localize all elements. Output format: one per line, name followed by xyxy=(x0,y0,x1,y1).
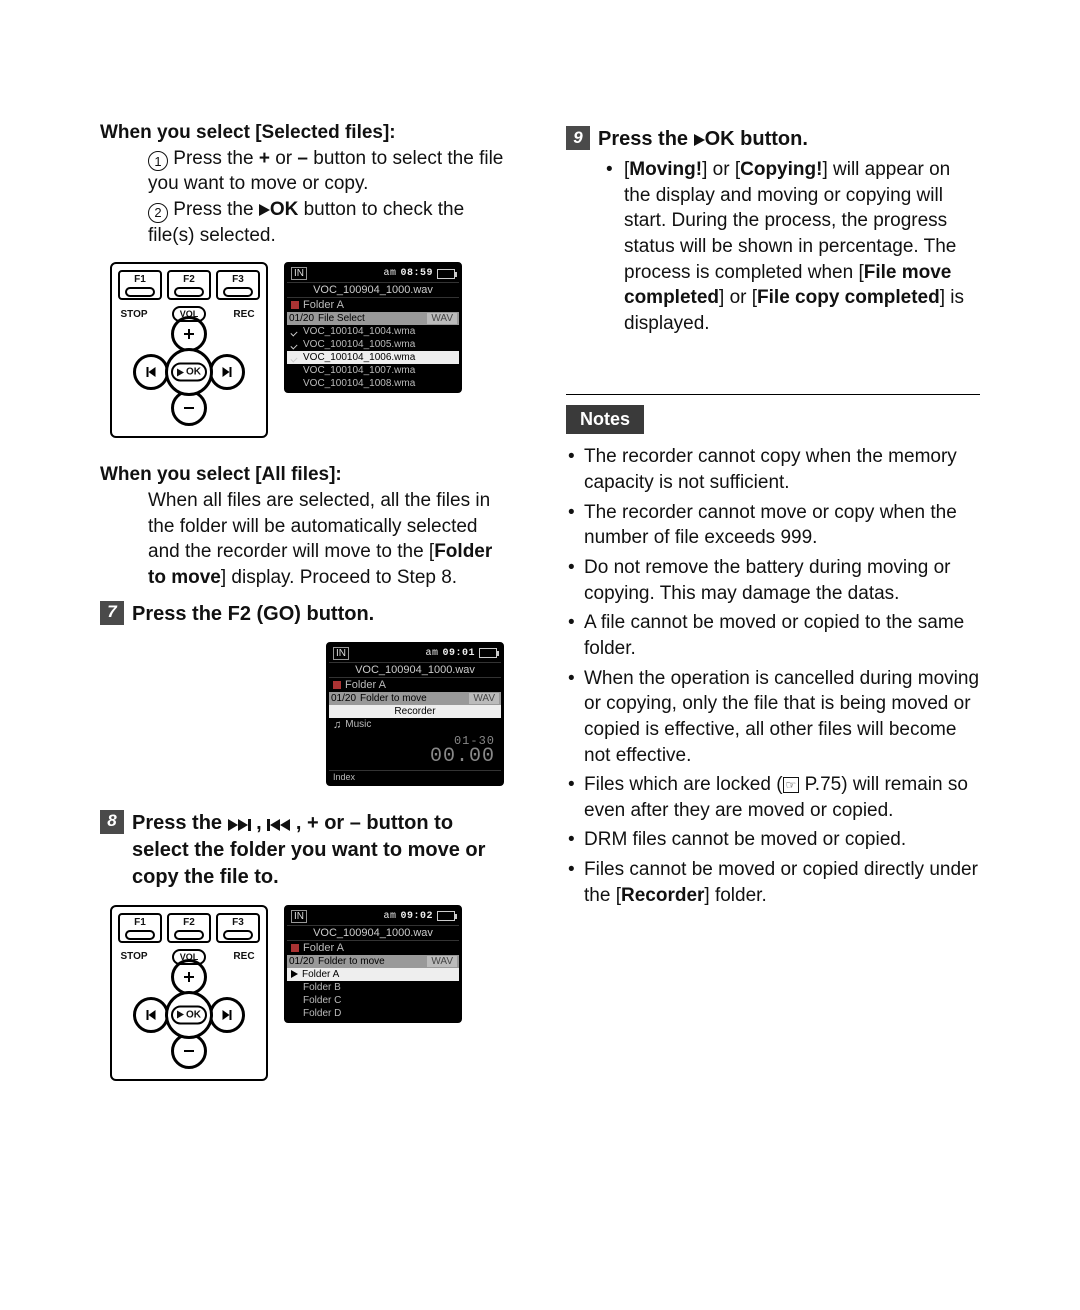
forward-button xyxy=(209,997,245,1033)
lcd-banner: 01/20Folder to moveWAV xyxy=(329,692,501,705)
ok-button: OK xyxy=(165,991,213,1039)
step-7-heading: 7 Press the F2 (GO) button. xyxy=(100,601,514,628)
play-icon xyxy=(694,134,705,146)
control-pad: F1 F2 F3 STOP VOL REC OK xyxy=(110,262,268,438)
lcd-folder: Folder A xyxy=(329,677,501,692)
list-item: ♫Music xyxy=(329,718,501,732)
lcd-title: VOC_100904_1000.wav xyxy=(287,282,459,297)
check-icon xyxy=(291,341,299,349)
lcd-title: VOC_100904_1000.wav xyxy=(287,925,459,940)
note-item: When the operation is cancelled during m… xyxy=(566,666,980,769)
lcd-folder-to-move-1: IN am09:01 VOC_100904_1000.wav Folder A … xyxy=(326,642,504,786)
fast-rewind-icon xyxy=(267,819,290,831)
f2-button: F2 xyxy=(167,913,211,943)
plus-button xyxy=(171,959,207,995)
pointer-icon: ☞ xyxy=(783,777,800,793)
fast-forward-icon xyxy=(228,819,251,831)
in-indicator: IN xyxy=(333,647,349,660)
f1-button: F1 xyxy=(118,270,162,300)
list-item: Folder C xyxy=(287,994,459,1007)
folder-icon xyxy=(291,944,299,952)
note-item: The recorder cannot move or copy when th… xyxy=(566,500,980,551)
in-indicator: IN xyxy=(291,267,307,280)
play-icon xyxy=(291,970,298,978)
list-item: VOC_100104_1007.wma xyxy=(287,364,459,377)
f3-button: F3 xyxy=(216,270,260,300)
list-item: VOC_100104_1005.wma xyxy=(287,338,459,351)
lcd-file-select: IN am08:59 VOC_100904_1000.wav Folder A … xyxy=(284,262,462,393)
forward-button xyxy=(209,354,245,390)
list-item: VOC_100104_1004.wma xyxy=(287,325,459,338)
folder-icon xyxy=(291,301,299,309)
step-chip-9: 9 xyxy=(566,126,590,150)
ok-button: OK xyxy=(165,348,213,396)
play-icon xyxy=(259,204,270,216)
list-item: Recorder xyxy=(329,705,501,718)
circled-2: 2 xyxy=(148,203,168,223)
notes-label: Notes xyxy=(566,405,644,434)
list-item: VOC_100104_1008.wma xyxy=(287,377,459,390)
folder-icon xyxy=(333,681,341,689)
battery-icon xyxy=(437,911,455,921)
music-icon: ♫ xyxy=(333,719,341,731)
step-9-description: [Moving!] or [Copying!] will appear on t… xyxy=(566,157,980,336)
battery-icon xyxy=(479,648,497,658)
lcd-index: Index xyxy=(329,770,501,783)
in-indicator: IN xyxy=(291,910,307,923)
selected-files-steps: 1 Press the + or – button to select the … xyxy=(100,146,514,249)
plus-button xyxy=(171,316,207,352)
f3-button: F3 xyxy=(216,913,260,943)
lcd-counter: 01-30 00.00 xyxy=(329,732,501,770)
list-item: VOC_100104_1006.wma xyxy=(287,351,459,364)
note-item: The recorder cannot copy when the memory… xyxy=(566,444,980,495)
note-item: DRM files cannot be moved or copied. xyxy=(566,827,980,853)
step-9-heading: 9 Press the OK button. xyxy=(566,126,980,153)
f1-button: F1 xyxy=(118,913,162,943)
list-item: Folder D xyxy=(287,1007,459,1020)
rewind-button xyxy=(133,354,169,390)
step-chip-7: 7 xyxy=(100,601,124,625)
note-item: A file cannot be moved or copied to the … xyxy=(566,610,980,661)
lcd-folder: Folder A xyxy=(287,297,459,312)
lcd-folder: Folder A xyxy=(287,940,459,955)
step-8-heading: 8 Press the , , + or – button to select … xyxy=(100,810,514,891)
note-item: Files which are locked (☞ P.75) will rem… xyxy=(566,772,980,823)
lcd-banner: 01/20Folder to moveWAV xyxy=(287,955,459,968)
control-pad: F1 F2 F3 STOP VOL REC OK xyxy=(110,905,268,1081)
check-icon xyxy=(291,328,299,336)
notes-list: The recorder cannot copy when the memory… xyxy=(566,444,980,908)
list-item: Folder A xyxy=(287,968,459,981)
battery-icon xyxy=(437,269,455,279)
lcd-folder-to-move-2: IN am09:02 VOC_100904_1000.wav Folder A … xyxy=(284,905,462,1023)
step-chip-8: 8 xyxy=(100,810,124,834)
circled-1: 1 xyxy=(148,151,168,171)
lcd-banner: 01/20File SelectWAV xyxy=(287,312,459,325)
check-icon xyxy=(291,354,299,362)
rewind-button xyxy=(133,997,169,1033)
all-files-body: When all files are selected, all the fil… xyxy=(100,488,514,591)
selected-files-heading: When you select [Selected files]: xyxy=(100,120,514,146)
note-item: Files cannot be moved or copied directly… xyxy=(566,857,980,908)
notes-divider xyxy=(566,394,980,395)
list-item: Folder B xyxy=(287,981,459,994)
all-files-heading: When you select [All files]: xyxy=(100,462,514,488)
f2-button: F2 xyxy=(167,270,211,300)
lcd-title: VOC_100904_1000.wav xyxy=(329,662,501,677)
note-item: Do not remove the battery during moving … xyxy=(566,555,980,606)
